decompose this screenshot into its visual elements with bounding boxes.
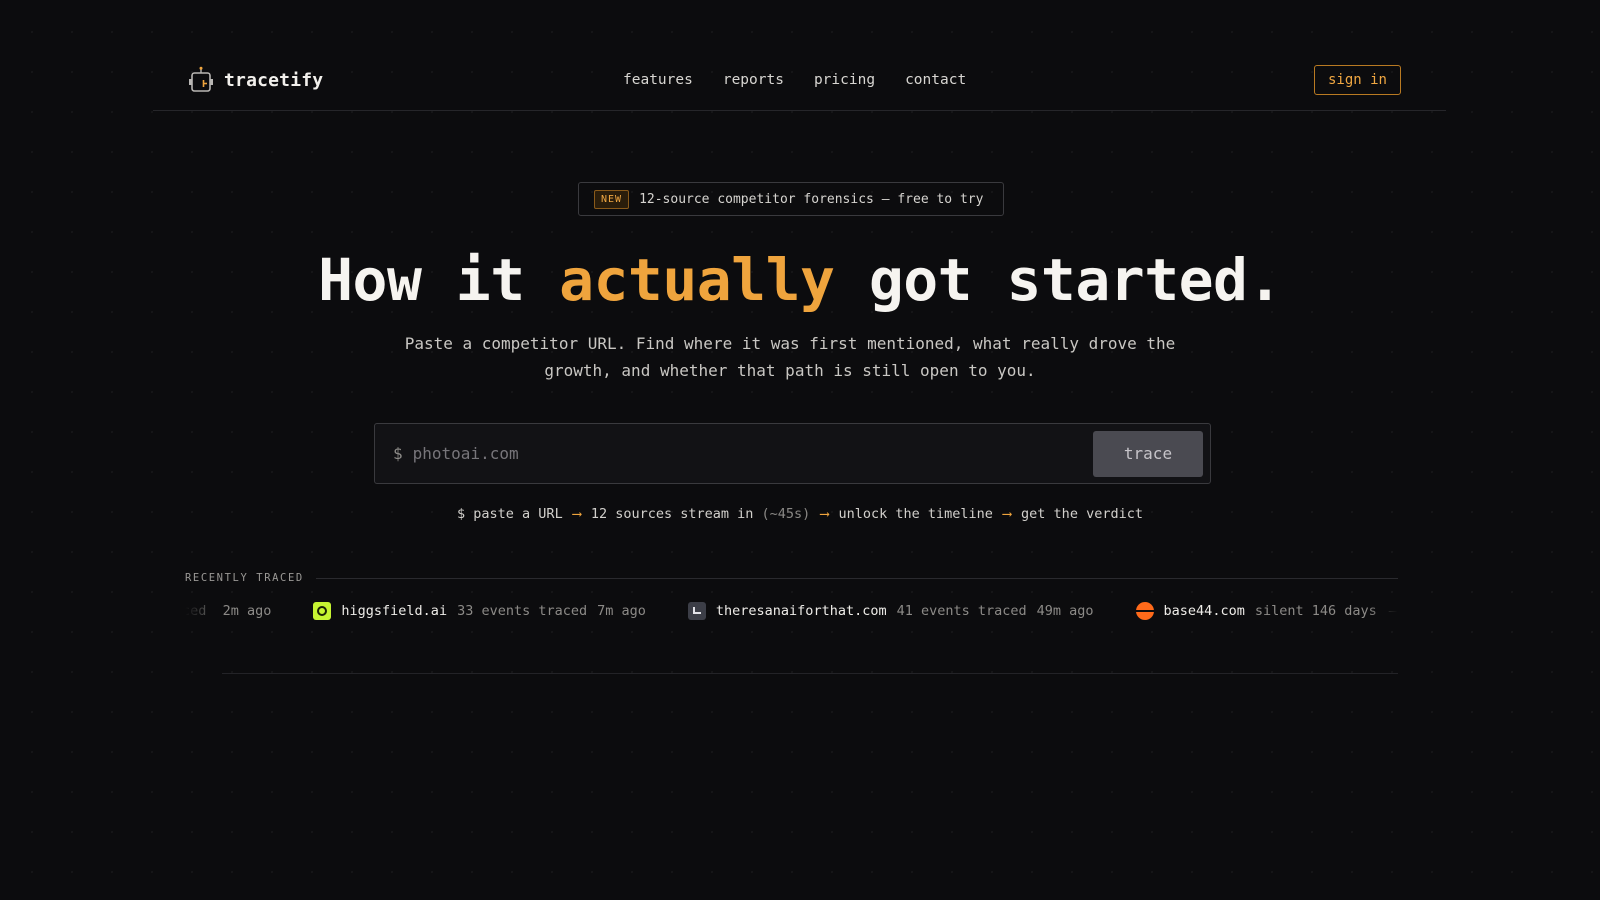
recent-ticker: ced 2m ago higgsfield.ai 33 events trace… — [185, 598, 1398, 626]
ticker-partial-text: ced 2m ago — [185, 603, 272, 619]
ticker-item-higgsfield[interactable]: higgsfield.ai 33 events traced 7m ago — [313, 602, 646, 620]
ticker-time: 49m ago — [1036, 603, 1094, 619]
announcement-text: 12-source competitor forensics – free to… — [639, 191, 984, 207]
how-it-works-steps: $ paste a URL ⟶ 12 sources stream in (~4… — [0, 506, 1600, 522]
announcement-badge[interactable]: NEW 12-source competitor forensics – fre… — [578, 182, 1004, 216]
terminal-prompt: $ — [393, 444, 403, 463]
arrow-right-icon: ⟶ — [820, 506, 829, 522]
step-verdict: get the verdict — [1021, 506, 1143, 522]
hero-title-end: got started. — [834, 246, 1283, 314]
robot-logo-icon — [189, 66, 213, 92]
ticker-site: theresanaiforthat.com — [715, 603, 887, 619]
trace-search-bar: $ trace — [374, 423, 1211, 484]
arrow-right-icon: ⟶ — [1002, 506, 1012, 522]
recently-traced-section: RECENTLY TRACED ced 2m ago higgsfield.ai… — [185, 572, 1398, 626]
ticker-events: silent 146 days — [1254, 603, 1377, 619]
ticker-item-partial[interactable]: ced 2m ago — [185, 603, 271, 619]
nav-features[interactable]: features — [623, 72, 693, 88]
ticker-site: higgsfield.ai — [341, 603, 448, 619]
ticker-events: 41 events traced — [896, 603, 1027, 619]
ticker-track: ced 2m ago higgsfield.ai 33 events trace… — [185, 602, 1398, 620]
brand-name: tracetify — [224, 69, 324, 91]
ticker-item-theresanaiforthat[interactable]: theresanaiforthat.com 41 events traced 4… — [687, 602, 1094, 620]
brand-logo[interactable]: tracetify — [188, 66, 323, 94]
recently-traced-header: RECENTLY TRACED — [185, 572, 1398, 584]
arrow-right-icon: ⟶ — [572, 506, 581, 522]
dash-icon: — — [1388, 603, 1397, 619]
hero-title-accent: actually — [559, 246, 835, 314]
ticker-events: 33 events traced — [457, 603, 588, 619]
ticker-time: 7m ago — [597, 603, 646, 619]
top-header: tracetify features reports pricing conta… — [153, 58, 1446, 111]
nav-pricing[interactable]: pricing — [814, 72, 875, 88]
recently-traced-label: RECENTLY TRACED — [185, 572, 304, 584]
ticker-site: base44.com — [1163, 603, 1245, 619]
nav-reports[interactable]: reports — [723, 72, 784, 88]
step-paste: $ paste a URL — [457, 506, 563, 522]
step-stream-text: 12 sources stream in — [590, 506, 754, 522]
base44-favicon-icon — [1135, 602, 1154, 620]
step-stream: 12 sources stream in (~45s) — [591, 506, 810, 522]
theresanaiforthat-favicon-icon — [687, 602, 706, 620]
ticker-item-base44[interactable]: base44.com silent 146 days — — [1135, 602, 1397, 620]
page: tracetify features reports pricing conta… — [0, 0, 1600, 900]
hero-title: How it actually got started. — [0, 246, 1600, 314]
step-stream-note: (~45s) — [761, 506, 811, 522]
nav-contact[interactable]: contact — [905, 72, 966, 88]
trace-button[interactable]: trace — [1093, 430, 1203, 477]
divider — [315, 577, 1398, 579]
hero-subtitle: Paste a competitor URL. Find where it wa… — [404, 334, 1176, 380]
higgsfield-favicon-icon — [313, 602, 332, 620]
new-tag: NEW — [594, 189, 630, 209]
hero-title-start: How it — [318, 246, 560, 314]
sign-in-button[interactable]: sign in — [1313, 65, 1401, 95]
step-unlock: unlock the timeline — [838, 506, 993, 522]
section-divider — [222, 673, 1398, 674]
url-input[interactable] — [410, 432, 1093, 475]
main-nav: features reports pricing contact — [623, 72, 966, 88]
